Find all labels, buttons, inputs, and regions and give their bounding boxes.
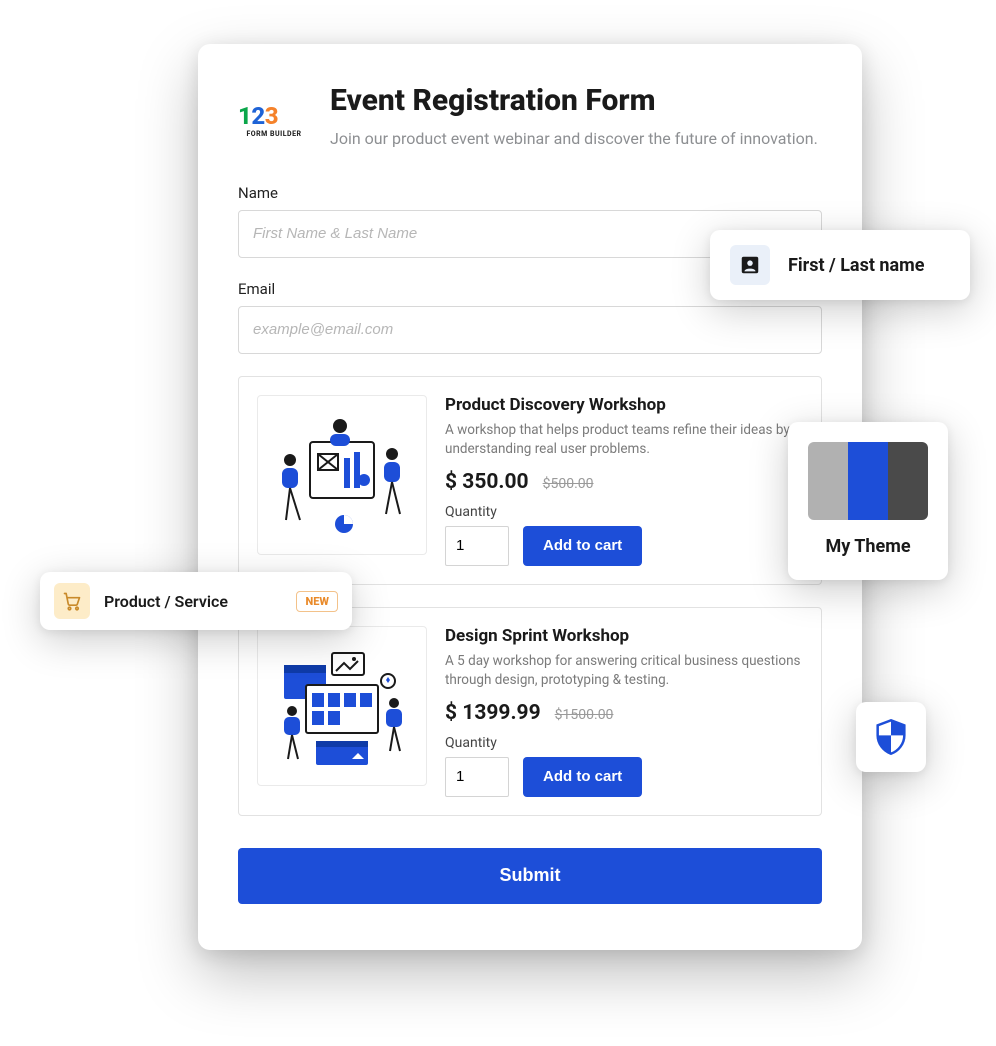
product-title: Product Discovery Workshop: [445, 395, 803, 415]
form-card: 123 FORM BUILDER Event Registration Form…: [198, 44, 862, 950]
name-label: Name: [238, 184, 822, 202]
shield-icon: [871, 717, 911, 757]
product-old-price: $1500.00: [555, 707, 614, 723]
new-badge: NEW: [296, 591, 338, 612]
logo-subtitle: FORM BUILDER: [238, 130, 310, 138]
field-type-chip-label: First / Last name: [788, 255, 924, 276]
security-badge[interactable]: [856, 702, 926, 772]
product-title: Design Sprint Workshop: [445, 626, 803, 646]
logo-number: 123: [238, 104, 310, 128]
field-type-chip-label: Product / Service: [104, 592, 282, 611]
product-description: A workshop that helps product teams refi…: [445, 421, 803, 460]
product-illustration: [257, 626, 427, 786]
field-type-chip-product[interactable]: Product / Service NEW: [40, 572, 352, 630]
theme-swatch-icon: [808, 442, 928, 520]
product-price: $ 350.00: [445, 470, 529, 494]
quantity-input[interactable]: [445, 526, 509, 566]
quantity-input[interactable]: [445, 757, 509, 797]
page-title: Event Registration Form: [330, 84, 818, 119]
email-input[interactable]: [238, 306, 822, 354]
quantity-label: Quantity: [445, 735, 803, 751]
form-header: 123 FORM BUILDER Event Registration Form…: [238, 84, 822, 150]
product-card: Product Discovery Workshop A workshop th…: [238, 376, 822, 585]
product-description: A 5 day workshop for answering critical …: [445, 652, 803, 691]
shopping-cart-icon: [54, 583, 90, 619]
design-sprint-illustration-icon: [272, 641, 412, 771]
theme-card[interactable]: My Theme: [788, 422, 948, 580]
quantity-label: Quantity: [445, 504, 803, 520]
add-to-cart-button[interactable]: Add to cart: [523, 526, 642, 566]
product-card: Design Sprint Workshop A 5 day workshop …: [238, 607, 822, 816]
submit-button[interactable]: Submit: [238, 848, 822, 904]
workshop-illustration-icon: [272, 410, 412, 540]
logo: 123 FORM BUILDER: [238, 84, 310, 138]
field-type-chip-name[interactable]: First / Last name: [710, 230, 970, 300]
product-illustration: [257, 395, 427, 555]
add-to-cart-button[interactable]: Add to cart: [523, 757, 642, 797]
person-icon: [730, 245, 770, 285]
page-subtitle: Join our product event webinar and disco…: [330, 127, 818, 150]
product-old-price: $500.00: [543, 476, 594, 492]
product-price: $ 1399.99: [445, 701, 541, 725]
theme-label: My Theme: [825, 536, 910, 557]
